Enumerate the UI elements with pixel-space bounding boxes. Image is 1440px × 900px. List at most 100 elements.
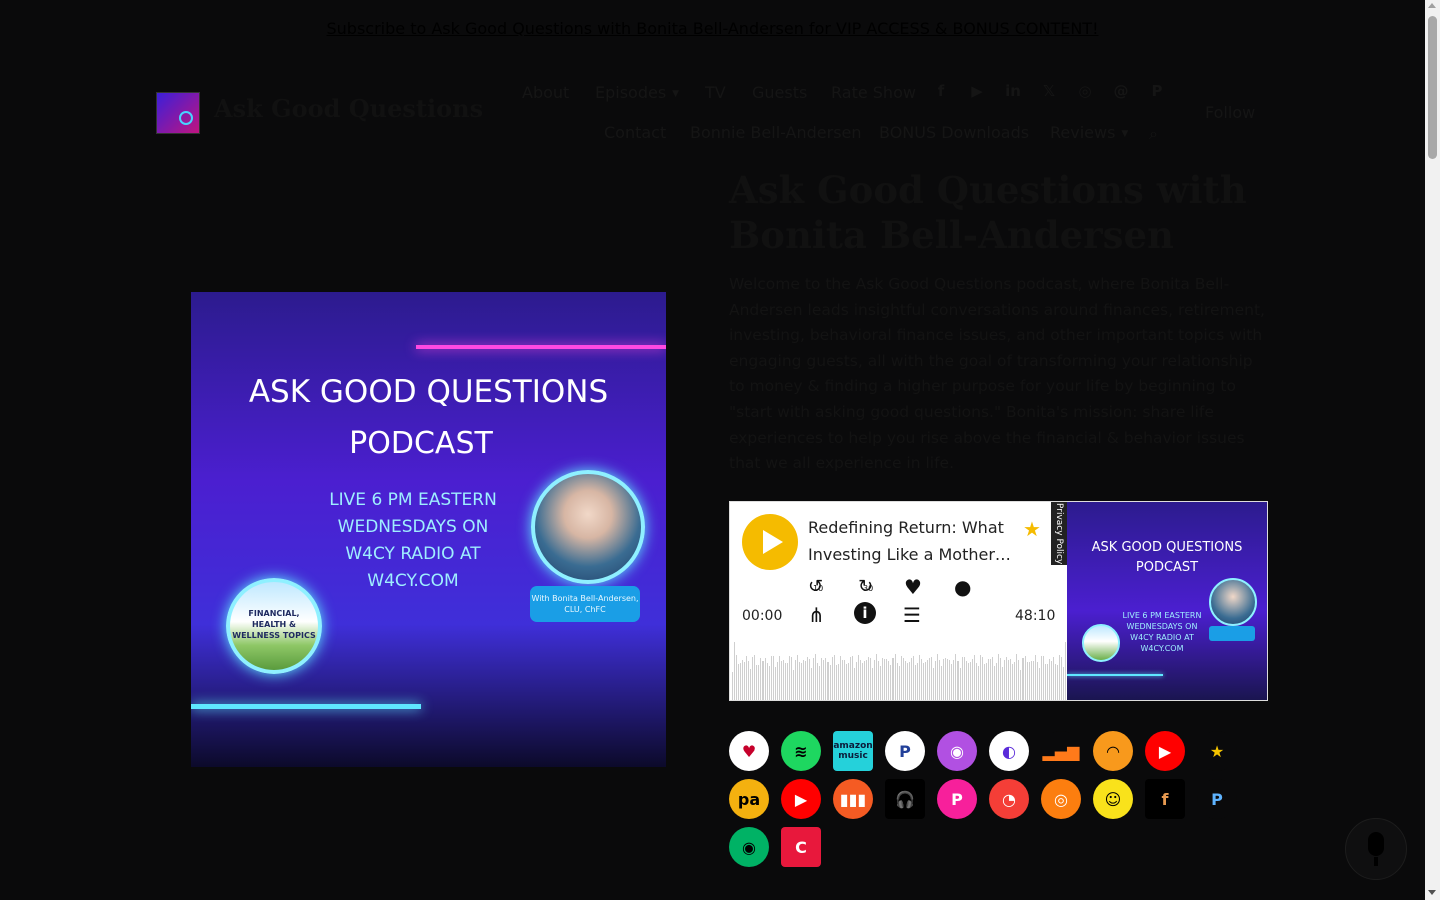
- podcast-index-icon[interactable]: pa: [729, 779, 769, 819]
- waveform-bar: [1063, 667, 1065, 700]
- nav-item-contact[interactable]: Contact: [604, 123, 666, 142]
- page-scrollbar[interactable]: [1425, 0, 1440, 900]
- instagram-icon[interactable]: ◎: [1076, 82, 1094, 100]
- page-title: Ask Good Questions with Bonita Bell-Ande…: [729, 168, 1247, 257]
- podcast-cover-art: ASK GOOD QUESTIONS PODCAST LIVE 6 PM EAS…: [191, 292, 666, 767]
- youtube-music-icon[interactable]: ▶: [1145, 731, 1185, 771]
- podcast-description: Welcome to the Ask Good Questions podcas…: [729, 275, 1265, 473]
- waveform-bar: [902, 658, 904, 700]
- waveform-bar: [924, 662, 926, 700]
- podverse-icon[interactable]: P: [1197, 779, 1237, 819]
- waveform-scrubber[interactable]: [732, 640, 1067, 700]
- waveform-bar: [811, 668, 813, 700]
- rewind-10-icon[interactable]: ↺ 10: [808, 576, 823, 597]
- waveform-bar: [886, 659, 888, 700]
- curiocaster-icon[interactable]: C: [781, 827, 821, 867]
- waveform-bar: [892, 658, 894, 700]
- waveform-bar: [845, 664, 847, 700]
- scrollbar-thumb[interactable]: [1428, 16, 1437, 159]
- waveform-bar: [754, 655, 756, 700]
- nav-item-reviews[interactable]: Reviews ▼: [1050, 123, 1128, 142]
- waveform-bar: [859, 660, 861, 700]
- heart-icon[interactable]: ♥: [904, 575, 922, 599]
- waveform-bar: [841, 660, 843, 700]
- nav-item-bonus-downloads[interactable]: BONUS Downloads: [879, 123, 1029, 142]
- audible-icon[interactable]: ◠: [1093, 731, 1133, 771]
- nav-item-tv[interactable]: TV: [705, 83, 726, 102]
- waveform-bar: [740, 663, 742, 700]
- pocket-casts-icon[interactable]: ◔: [989, 779, 1029, 819]
- waveform-bar: [922, 663, 924, 700]
- scroll-up-arrow-icon[interactable]: [1428, 3, 1436, 8]
- pandora-icon[interactable]: P: [885, 731, 925, 771]
- waveform-bar: [786, 663, 788, 700]
- episode-title[interactable]: Redefining Return: What Investing Like a…: [808, 514, 1023, 568]
- threads-icon[interactable]: @: [1112, 82, 1130, 100]
- youtube-icon[interactable]: ▶: [968, 82, 986, 100]
- overcast-icon[interactable]: ◎: [1041, 779, 1081, 819]
- deezer-icon[interactable]: ▂▄▆: [1041, 731, 1081, 771]
- site-title[interactable]: Ask Good Questions: [214, 94, 483, 123]
- podchaser-star-icon[interactable]: ★: [1023, 517, 1041, 541]
- iheart-icon[interactable]: ♥: [729, 731, 769, 771]
- waveform-bar: [833, 655, 835, 700]
- waveform-bar: [912, 656, 914, 700]
- waveform-bar: [916, 663, 918, 700]
- pinterest-icon[interactable]: P: [1148, 82, 1166, 100]
- castbox-icon[interactable]: ▮▮▮: [833, 779, 873, 819]
- transcript-icon[interactable]: ☰: [903, 603, 921, 627]
- spotify-icon[interactable]: ≋: [781, 731, 821, 771]
- forward-30-icon[interactable]: ↻ 30: [858, 576, 873, 597]
- nav-item-about[interactable]: About: [522, 83, 569, 102]
- nav-item-rate-show[interactable]: Rate Show: [831, 83, 916, 102]
- chevron-down-icon: ▼: [672, 88, 680, 99]
- podcast-addict-icon[interactable]: ◐: [989, 731, 1029, 771]
- waveform-bar: [1052, 657, 1054, 700]
- nav-item-guests[interactable]: Guests: [752, 83, 807, 102]
- neon-line-decoration: [191, 704, 421, 709]
- amazon-music-icon[interactable]: amazon music: [833, 731, 873, 771]
- waveform-bar: [817, 663, 819, 700]
- waveform-bar: [843, 660, 845, 700]
- waveform-bar: [884, 659, 886, 700]
- comment-icon[interactable]: ●: [954, 575, 971, 599]
- share-icon[interactable]: ⋔: [808, 603, 825, 627]
- waveform-bar: [1006, 657, 1008, 700]
- artwork-badge: [1209, 626, 1255, 641]
- waveform-bar: [989, 659, 991, 700]
- listen-notes-icon[interactable]: ☺: [1093, 779, 1133, 819]
- waveform-bar: [1054, 664, 1056, 700]
- play-button[interactable]: [742, 514, 798, 570]
- waveform-bar: [1000, 658, 1002, 700]
- privacy-policy-link[interactable]: Privacy Policy: [1051, 502, 1067, 565]
- waveform-bar: [935, 661, 937, 700]
- podchaser-star-icon[interactable]: ★: [1197, 731, 1237, 771]
- linkedin-icon[interactable]: in: [1004, 82, 1022, 100]
- waveform-bar: [945, 658, 947, 700]
- search-icon[interactable]: ⌕: [1149, 124, 1158, 144]
- subscribe-vip-link[interactable]: Subscribe to Ask Good Questions with Bon…: [327, 19, 1099, 38]
- waveform-bar: [955, 654, 957, 700]
- waveform-bar: [734, 642, 736, 700]
- site-logo[interactable]: [156, 92, 200, 134]
- waveform-bar: [758, 665, 760, 700]
- waveform-bar: [900, 656, 902, 700]
- waveform-bar: [908, 662, 910, 700]
- nav-item-episodes[interactable]: Episodes ▼: [595, 83, 679, 102]
- fountain-icon[interactable]: f: [1145, 779, 1185, 819]
- scroll-down-arrow-icon[interactable]: [1428, 890, 1436, 895]
- info-icon[interactable]: i: [854, 602, 876, 624]
- waveform-bar: [738, 664, 740, 700]
- castro-icon[interactable]: ◉: [729, 827, 769, 867]
- episode-duration: 48:10: [1015, 608, 1056, 624]
- microphone-icon[interactable]: [1345, 818, 1407, 880]
- x-icon[interactable]: 𝕏: [1040, 82, 1058, 100]
- waveform-bar: [831, 657, 833, 700]
- apple-podcasts-icon[interactable]: ◉: [937, 731, 977, 771]
- youtube-icon[interactable]: ▶: [781, 779, 821, 819]
- podcast-guru-icon[interactable]: 🎧: [885, 779, 925, 819]
- facebook-icon[interactable]: f: [932, 82, 950, 100]
- nav-item-bonnie[interactable]: Bonnie Bell-Andersen: [690, 123, 862, 142]
- podbean-icon[interactable]: P: [937, 779, 977, 819]
- follow-button[interactable]: Follow: [1205, 103, 1255, 122]
